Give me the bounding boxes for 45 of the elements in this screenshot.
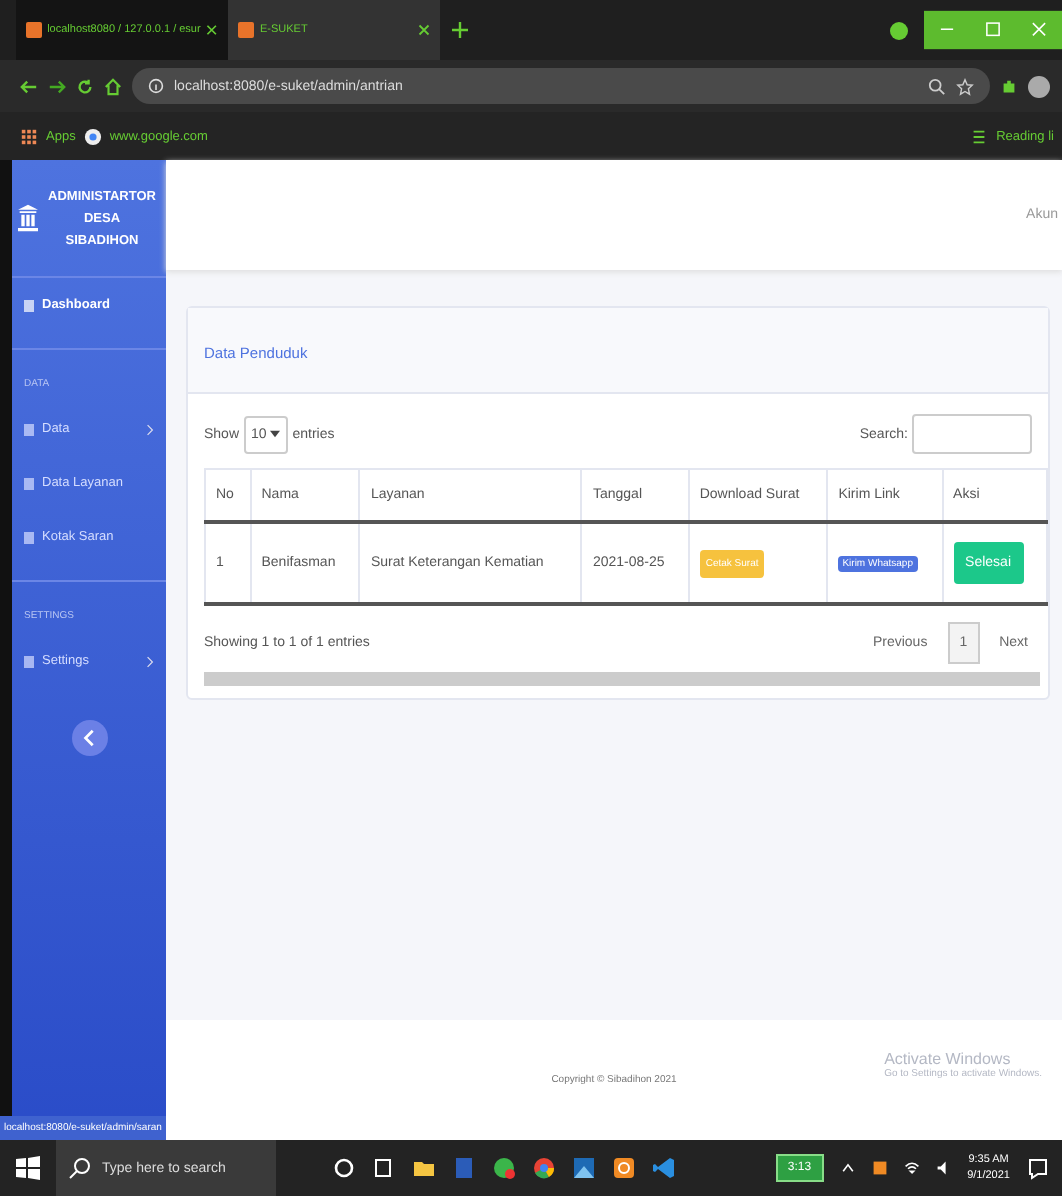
cortana-icon[interactable] — [332, 1156, 356, 1180]
forward-icon[interactable] — [48, 77, 66, 95]
puzzle-icon[interactable] — [1000, 77, 1018, 95]
bullet-icon — [24, 299, 34, 311]
search-icon — [68, 1156, 92, 1180]
zoom-icon[interactable] — [928, 77, 946, 95]
speaker-icon[interactable] — [935, 1160, 952, 1176]
avatar-icon[interactable] — [1028, 75, 1050, 97]
info-icon — [148, 78, 164, 94]
globe-icon — [83, 127, 102, 145]
folder-icon[interactable] — [412, 1156, 436, 1180]
home-icon[interactable] — [104, 77, 122, 95]
notification-icon[interactable] — [1026, 1156, 1050, 1180]
server-app-icon[interactable] — [612, 1156, 636, 1180]
favicon-icon — [26, 22, 42, 38]
wifi-icon[interactable] — [903, 1160, 920, 1176]
star-icon[interactable] — [956, 77, 974, 95]
photo-app-icon[interactable] — [572, 1156, 596, 1180]
chat-app-icon[interactable] — [492, 1156, 516, 1180]
browser-app-icon[interactable] — [532, 1156, 556, 1180]
document-app-icon[interactable] — [452, 1156, 476, 1180]
apps-grid-icon[interactable] — [20, 127, 38, 145]
activation-title: Activate Windows — [884, 1050, 1013, 1068]
bullet-icon — [24, 531, 34, 543]
caret-up-icon[interactable] — [839, 1160, 856, 1176]
bullet-icon — [24, 423, 34, 435]
profile-dot-icon[interactable] — [890, 21, 908, 39]
task-view-icon[interactable] — [372, 1156, 396, 1180]
caret-icon — [270, 429, 281, 437]
windows-start-icon[interactable] — [16, 1156, 40, 1180]
favicon-icon — [238, 22, 254, 38]
building-icon — [18, 204, 38, 232]
sidebar-toggle-button[interactable] — [71, 720, 107, 756]
search-field[interactable] — [912, 414, 1032, 454]
new-tab-icon[interactable] — [452, 22, 468, 38]
bullet-icon — [24, 655, 34, 667]
tray-app-icon[interactable] — [871, 1160, 888, 1176]
back-icon[interactable] — [20, 77, 38, 95]
reload-icon[interactable] — [76, 77, 94, 95]
list-icon[interactable] — [970, 127, 989, 145]
close-icon[interactable] — [206, 24, 218, 36]
bullet-icon — [24, 477, 34, 489]
close-icon[interactable] — [418, 24, 430, 36]
scrollbar[interactable] — [204, 672, 1040, 686]
code-editor-icon[interactable] — [652, 1156, 676, 1180]
